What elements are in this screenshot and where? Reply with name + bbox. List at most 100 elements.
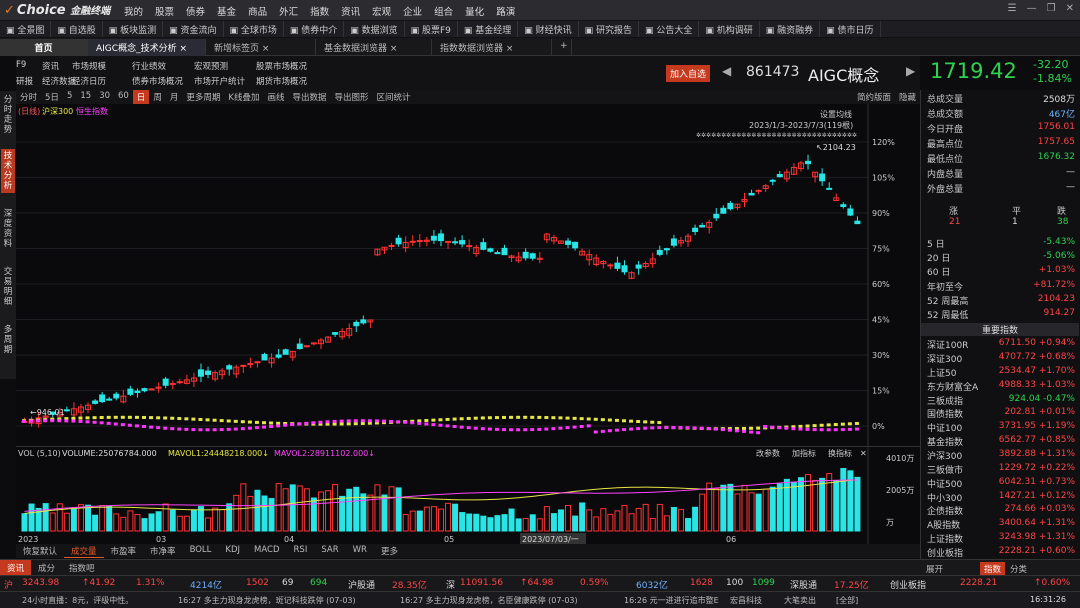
minimize-icon[interactable]: — — [1027, 3, 1037, 14]
index-row[interactable]: 基金指数 6562.77 +0.85% — [921, 435, 1079, 449]
indicator-tab[interactable]: KDJ — [218, 544, 247, 558]
toolbar-item[interactable]: ▣ 基金经理 — [458, 21, 519, 37]
menu-item[interactable]: 资讯 — [335, 4, 366, 18]
index-row[interactable]: 东方财富全A 4988.33 +1.03% — [921, 380, 1079, 394]
toolbar-item[interactable]: ▣ 数据浏览 — [344, 21, 405, 37]
status-item[interactable]: 16:31:26 — [1030, 595, 1066, 604]
menu-item[interactable]: 宏观 — [366, 4, 397, 18]
tab-fund[interactable]: 基金数据浏览器 × — [316, 39, 432, 56]
index-row[interactable]: A股指数 3400.64 +1.31% — [921, 518, 1079, 532]
toolbar-item[interactable]: ▣ 股票F9 — [405, 21, 458, 37]
period-option[interactable]: 5日 — [41, 90, 63, 104]
func-link[interactable]: 研报 — [16, 75, 33, 87]
period-option[interactable]: 导出图形 — [331, 90, 373, 104]
period-option[interactable]: 5 — [63, 90, 76, 104]
period-option[interactable]: K线叠加 — [224, 90, 263, 104]
toolbar-item[interactable]: ▣ 全景图 — [0, 21, 52, 37]
status-item[interactable]: 16:26 元一进进行追市整E — [624, 595, 719, 606]
right-tab[interactable]: 分类 — [1006, 562, 1031, 576]
close-icon[interactable]: ✕ — [1066, 3, 1074, 14]
indicator-tab[interactable]: SAR — [314, 544, 345, 558]
func-link[interactable]: 宏观预测 — [194, 60, 228, 72]
toolbar-item[interactable]: ▣ 财经快讯 — [518, 21, 579, 37]
period-option[interactable]: 区间统计 — [373, 90, 415, 104]
restore-icon[interactable]: ❐ — [1047, 3, 1056, 14]
toolbar-item[interactable]: ▣ 公告大全 — [639, 21, 700, 37]
func-link[interactable]: 市场规模 — [72, 60, 106, 72]
sidebar-tab[interactable]: 多周期 — [1, 323, 15, 357]
kline-chart[interactable]: (日线) 沪深300 恒生指数 设置均线 2023/1/3-2023/7/3(119根)… — [16, 104, 920, 446]
status-item[interactable]: 16:27 多主力现身龙虎榜，名臣健康跌停 (07-03) — [400, 595, 578, 606]
right-tab[interactable]: 指数 — [980, 562, 1006, 576]
index-row[interactable]: 企债指数 274.66 +0.03% — [921, 504, 1079, 518]
period-option[interactable]: 月 — [166, 90, 183, 104]
index-row[interactable]: 三板做市 1229.72 +0.22% — [921, 463, 1079, 477]
sidebar-tab[interactable]: 技术分析 — [1, 149, 15, 193]
tab-home[interactable]: 首页 — [0, 39, 88, 56]
menu-item[interactable]: 我的 — [118, 4, 149, 18]
index-row[interactable]: 深证100R 6711.50 +0.94% — [921, 338, 1079, 352]
toolbar-item[interactable]: ▣ 债券中介 — [284, 21, 345, 37]
menu-item[interactable]: 路演 — [490, 4, 521, 18]
index-row[interactable]: 上证50 2534.47 +1.70% — [921, 366, 1079, 380]
indicator-tab[interactable]: 成交量 — [64, 544, 104, 558]
add-watchlist-button[interactable]: 加入自选 — [666, 65, 711, 82]
sub-tab[interactable]: 资讯 — [0, 560, 32, 575]
menu-item[interactable]: 债券 — [180, 4, 211, 18]
func-link[interactable]: 经济日历 — [72, 75, 106, 87]
menu-item[interactable]: 量化 — [459, 4, 490, 18]
toolbar-item[interactable]: ▣ 债市日历 — [820, 21, 881, 37]
func-link[interactable]: 市场开户统计 — [194, 75, 245, 87]
add-tab-button[interactable]: + — [552, 39, 572, 56]
menu-item[interactable]: 股票 — [149, 4, 180, 18]
sidebar-tab[interactable]: 交易明细 — [1, 265, 15, 309]
status-item[interactable]: 宏昌科技 — [730, 595, 762, 606]
toolbar-item[interactable]: ▣ 融资融券 — [760, 21, 821, 37]
tab-index[interactable]: 指数数据浏览器 × — [432, 39, 552, 56]
index-row[interactable]: 创业板指 2228.21 +0.60% — [921, 546, 1079, 560]
period-option[interactable]: 60 — [114, 90, 133, 104]
sub-tab[interactable]: 成分 — [31, 560, 62, 575]
period-option[interactable]: 导出数据 — [289, 90, 331, 104]
indicator-tab[interactable]: 更多 — [374, 544, 405, 558]
menu-item[interactable]: 基金 — [211, 4, 242, 18]
func-link[interactable]: 经济数据 — [42, 75, 76, 87]
func-link[interactable]: F9 — [16, 60, 26, 70]
toolbar-item[interactable]: ▣ 研究报告 — [579, 21, 640, 37]
period-option[interactable]: 画线 — [263, 90, 288, 104]
menu-item[interactable]: 组合 — [428, 4, 459, 18]
tab-new[interactable]: 新增标签页 × — [206, 39, 316, 56]
prev-icon[interactable]: ◀ — [722, 64, 731, 78]
index-row[interactable]: 中证500 6042.31 +0.73% — [921, 477, 1079, 491]
menu-item[interactable]: 企业 — [397, 4, 428, 18]
tab-aigc[interactable]: AIGC概念_技术分析 × — [88, 39, 206, 56]
layout-option[interactable]: 简约版面 — [853, 90, 895, 104]
right-tab[interactable]: 展开 — [922, 562, 947, 576]
func-link[interactable]: 资讯 — [42, 60, 59, 72]
indicator-tab[interactable]: MACD — [247, 544, 286, 558]
toolbar-item[interactable]: ▣ 板块监测 — [103, 21, 164, 37]
index-row[interactable]: 沪深300 3892.88 +1.31% — [921, 449, 1079, 463]
index-row[interactable]: 三板成指 924.04 -0.47% — [921, 394, 1079, 408]
index-row[interactable]: 国债指数 202.81 +0.01% — [921, 407, 1079, 421]
func-link[interactable]: 债券市场概况 — [132, 75, 183, 87]
index-row[interactable]: 上证指数 3243.98 +1.31% — [921, 532, 1079, 546]
indicator-tab[interactable]: RSI — [287, 544, 315, 558]
status-item[interactable]: 16:27 多主力现身龙虎榜，斑记科技跌停 (07-03) — [178, 595, 356, 606]
period-option[interactable]: 日 — [132, 90, 150, 104]
period-option[interactable]: 30 — [95, 90, 114, 104]
layout-option[interactable]: 隐藏 — [895, 90, 920, 104]
period-option[interactable]: 更多周期 — [182, 90, 224, 104]
menu-item[interactable]: 商品 — [242, 4, 273, 18]
indicator-tab[interactable]: 恢复默认 — [16, 544, 64, 558]
toolbar-item[interactable]: ▣ 机构调研 — [699, 21, 760, 37]
func-link[interactable]: 行业绩效 — [132, 60, 166, 72]
sidebar-tab[interactable]: 分时走势 — [1, 93, 15, 137]
toolbar-item[interactable]: ▣ 资金流向 — [163, 21, 224, 37]
period-option[interactable]: 分时 — [16, 90, 41, 104]
indicator-tab[interactable]: BOLL — [183, 544, 219, 558]
menu-item[interactable]: 外汇 — [273, 4, 304, 18]
toolbar-item[interactable]: ▣ 自选股 — [51, 21, 103, 37]
status-item[interactable]: 24小时直播：8元，评级中性。 — [22, 595, 133, 606]
func-link[interactable]: 股票市场概况 — [256, 60, 307, 72]
